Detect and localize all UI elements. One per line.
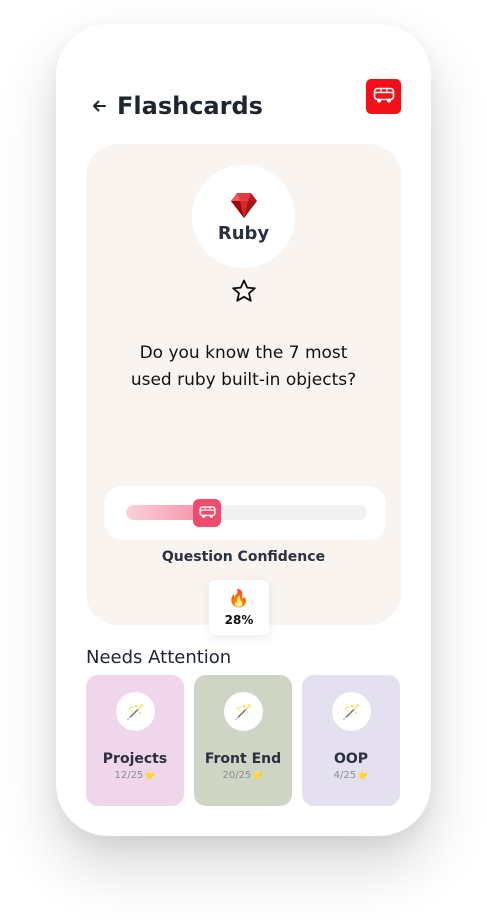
attention-card-progress: 12/25⭐ [86, 770, 184, 781]
attention-card-progress: 4/25⭐ [302, 770, 400, 781]
star-icon: ⭐ [252, 771, 264, 781]
magic-wand-icon: 🪄 [332, 692, 371, 731]
attention-card-oop[interactable]: 🪄 OOP 4/25⭐ [302, 675, 400, 806]
attention-card-progress: 20/25⭐ [194, 770, 292, 781]
question-line: Do you know the 7 most [139, 343, 348, 363]
arrow-left-icon[interactable] [90, 97, 108, 115]
flashcard[interactable]: Ruby Do you know the 7 most used ruby bu… [86, 144, 401, 625]
bus-mode-button[interactable] [366, 79, 401, 114]
progress-count: 20/25 [222, 770, 252, 781]
magic-wand-icon: 🪄 [116, 692, 155, 731]
bus-icon [199, 504, 216, 523]
slider-handle[interactable] [193, 499, 222, 527]
attention-card-projects[interactable]: 🪄 Projects 12/25⭐ [86, 675, 184, 806]
confidence-label: Question Confidence [161, 549, 326, 565]
needs-attention-title: Needs Attention [86, 647, 232, 668]
fire-icon: 🔥 [228, 589, 250, 609]
progress-count: 12/25 [114, 770, 144, 781]
attention-card-name: OOP [333, 751, 369, 767]
confidence-percent-card: 🔥 28% [209, 580, 269, 635]
page-title: Flashcards [117, 92, 263, 120]
bus-icon [373, 86, 395, 108]
star-icon: ⭐ [144, 771, 156, 781]
confidence-slider [104, 486, 386, 540]
confidence-percent: 28% [224, 613, 254, 627]
star-outline-icon[interactable] [231, 278, 257, 304]
topic-name: Ruby [217, 222, 270, 244]
attention-card-front-end[interactable]: 🪄 Front End 20/25⭐ [194, 675, 292, 806]
attention-card-name: Projects [102, 751, 168, 767]
slider-track[interactable] [126, 505, 367, 520]
question-line: used ruby built-in objects? [130, 370, 357, 390]
question-text: Do you know the 7 most used ruby built-i… [106, 340, 381, 394]
ruby-gem-icon [229, 190, 259, 220]
star-icon: ⭐ [357, 771, 369, 781]
magic-wand-icon: 🪄 [224, 692, 263, 731]
header: Flashcards [90, 88, 263, 124]
topic-badge: Ruby [192, 165, 295, 268]
progress-count: 4/25 [333, 770, 357, 781]
attention-card-name: Front End [204, 751, 282, 767]
